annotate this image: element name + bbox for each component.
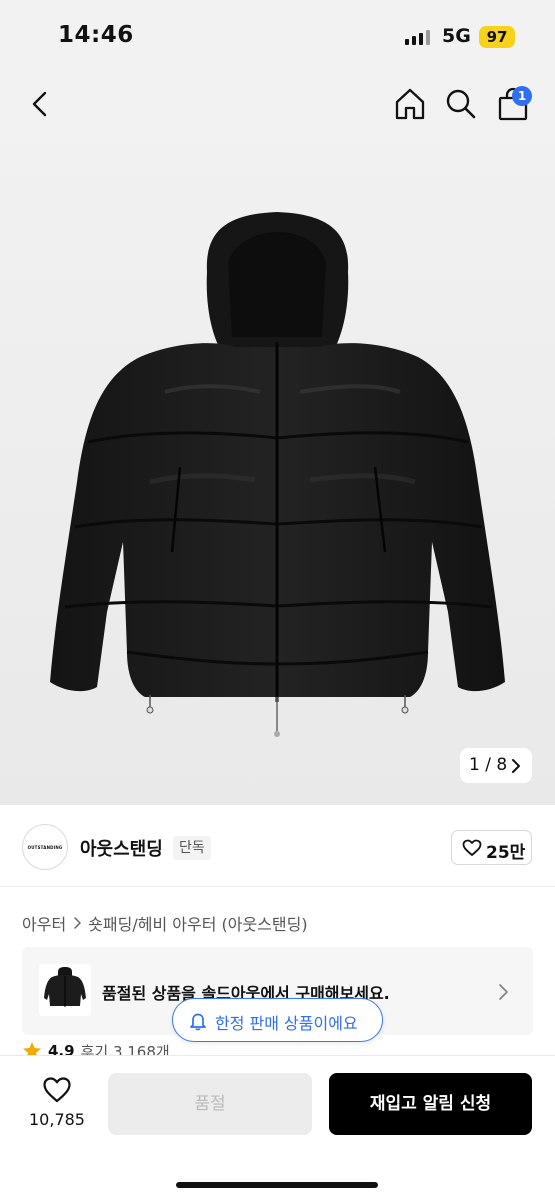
cart-count-badge: 1 (512, 86, 532, 106)
brand-name[interactable]: 아웃스탠딩 (80, 835, 163, 861)
wishlist-count: 10,785 (29, 1110, 85, 1129)
brand-logo[interactable]: OUTSTANDING (22, 824, 68, 870)
heart-icon (43, 1077, 71, 1103)
restock-alert-button[interactable]: 재입고 알림 신청 (329, 1073, 532, 1135)
status-time: 14:46 (58, 22, 134, 48)
chevron-right-icon (512, 759, 520, 773)
bell-icon (190, 1013, 206, 1031)
soldout-button: 품절 (108, 1073, 312, 1135)
signal-strength-icon (405, 29, 430, 45)
breadcrumb-subcategory[interactable]: 숏패딩/헤비 아우터 (아웃스탠딩) (88, 911, 307, 935)
wishlist-button[interactable]: 10,785 (22, 1076, 92, 1136)
back-arrow-icon[interactable] (26, 86, 56, 122)
puffer-jacket-image (0, 142, 555, 805)
product-image[interactable] (0, 142, 555, 805)
soldout-product-thumbnail (39, 964, 91, 1016)
status-bar: 14:46 5G 97 (0, 0, 555, 70)
chevron-right-icon (499, 984, 508, 1000)
exclusive-tag: 단독 (173, 836, 211, 860)
limited-sale-pill: 한정 판매 상품이에요 (172, 998, 383, 1042)
battery-indicator: 97 (479, 26, 515, 48)
network-type: 5G (442, 25, 471, 47)
image-counter-text: 1 / 8 (469, 755, 508, 775)
image-counter[interactable]: 1 / 8 (460, 748, 532, 783)
nav-bar (0, 70, 555, 142)
brand-row[interactable]: OUTSTANDING 아웃스탠딩 단독 25만 (0, 805, 555, 887)
heart-icon (462, 839, 482, 856)
home-indicator[interactable] (176, 1182, 378, 1188)
limited-sale-text: 한정 판매 상품이에요 (215, 1014, 358, 1033)
bottom-action-bar: 10,785 품절 재입고 알림 신청 (0, 1055, 555, 1200)
search-icon[interactable] (444, 86, 478, 122)
breadcrumb-category[interactable]: 아우터 (22, 911, 66, 935)
breadcrumb: 아우터 숏패딩/헤비 아우터 (아웃스탠딩) (22, 911, 308, 935)
brand-like-button[interactable]: 25만 (451, 830, 532, 865)
brand-like-count: 25만 (486, 843, 526, 863)
home-icon[interactable] (393, 86, 427, 122)
chevron-right-icon (74, 917, 81, 929)
